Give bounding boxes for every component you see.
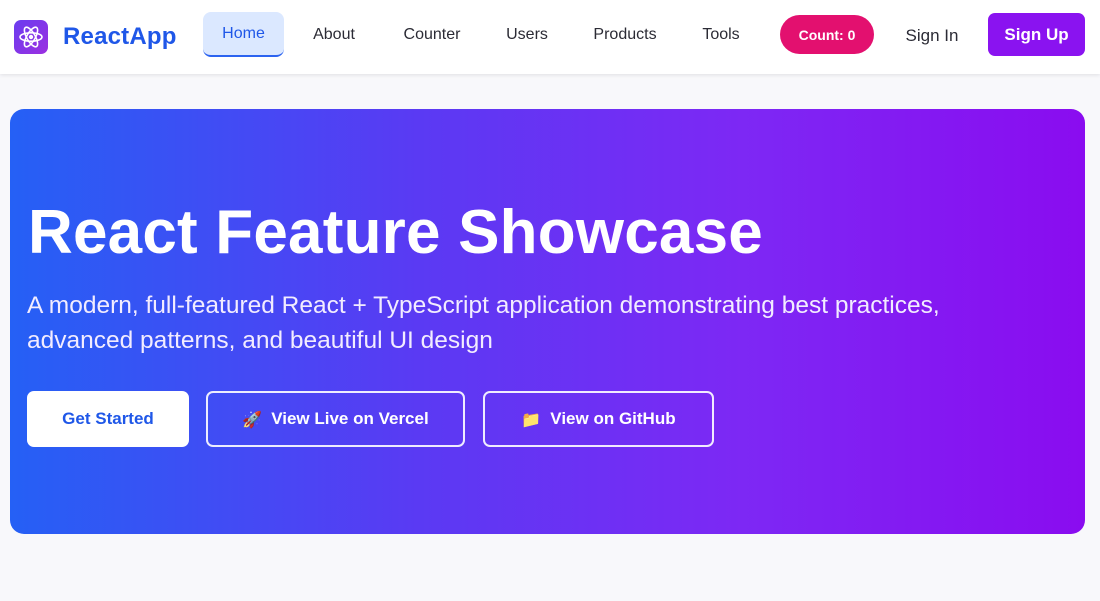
folder-icon: 📁 (521, 409, 542, 429)
sign-up-button[interactable]: Sign Up (988, 13, 1085, 56)
rocket-icon: 🚀 (242, 409, 263, 429)
view-live-vercel-button[interactable]: 🚀 View Live on Vercel (206, 391, 465, 447)
brand-link[interactable]: ReactApp (14, 20, 177, 54)
github-button-label: View on GitHub (550, 409, 676, 428)
nav-link-home[interactable]: Home (203, 12, 284, 57)
hero-section: React Feature Showcase A modern, full-fe… (10, 109, 1085, 534)
count-badge-button[interactable]: Count: 0 (780, 15, 874, 54)
hero-title: React Feature Showcase (28, 198, 763, 267)
view-github-button[interactable]: 📁 View on GitHub (483, 391, 714, 447)
get-started-button[interactable]: Get Started (27, 391, 189, 447)
hero-subtitle: A modern, full-featured React + TypeScri… (27, 292, 940, 354)
top-navbar: ReactApp Home About Counter Users Produc… (0, 0, 1100, 74)
nav-link-users[interactable]: Users (496, 12, 558, 57)
atom-icon (14, 20, 48, 54)
sign-in-button[interactable]: Sign In (896, 15, 968, 57)
vercel-button-label: View Live on Vercel (271, 409, 429, 428)
brand-name: ReactApp (63, 23, 177, 50)
nav-link-counter[interactable]: Counter (390, 12, 474, 57)
nav-link-about[interactable]: About (302, 12, 366, 57)
nav-link-products[interactable]: Products (582, 12, 668, 57)
nav-link-tools[interactable]: Tools (690, 12, 752, 57)
